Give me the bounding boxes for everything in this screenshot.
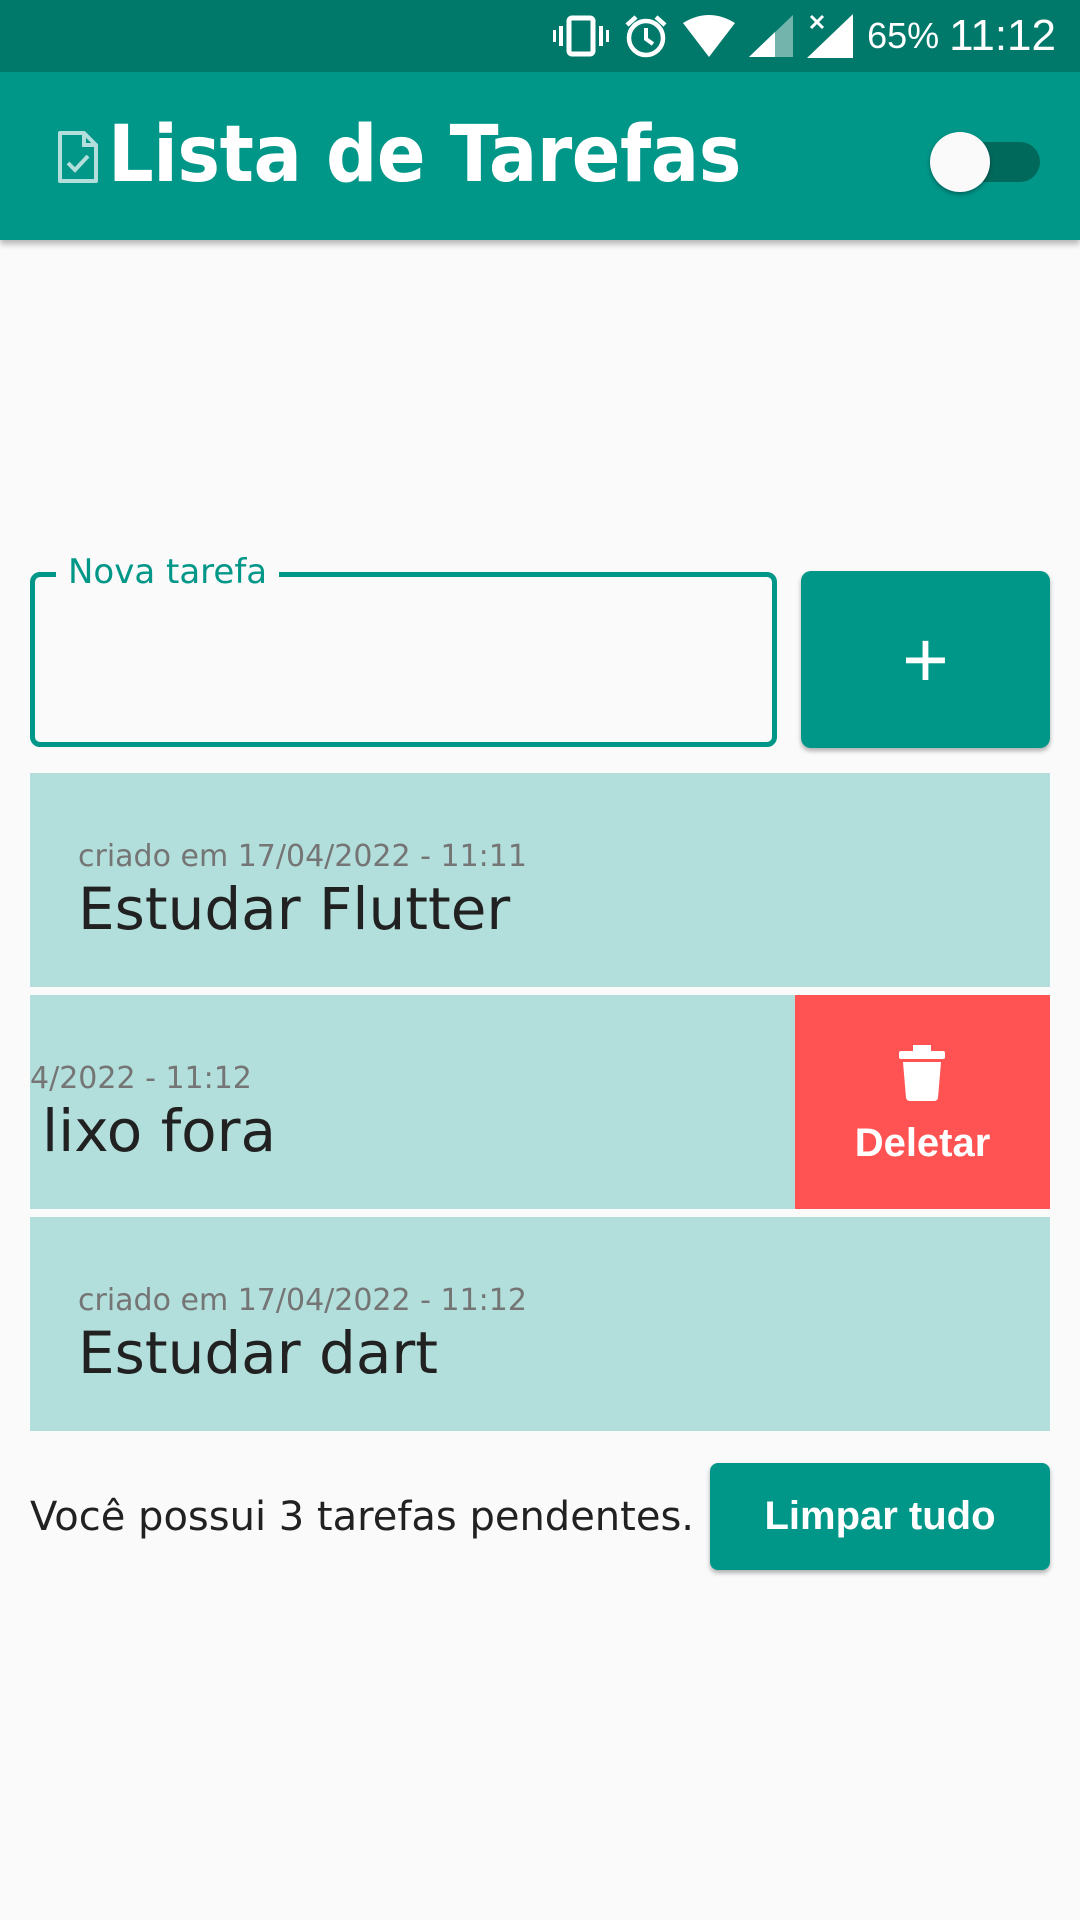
task-item[interactable]: criado em 17/04/2022 - 11:12 Estudar dar… [30,1217,1050,1431]
page-title: Lista de Tarefas [108,110,741,200]
trash-icon [899,1045,945,1101]
pending-tasks-text: Você possui 3 tarefas pendentes. [30,1494,695,1540]
status-bar: 65% 11:12 [0,0,1080,72]
wifi-icon [683,15,736,57]
new-task-input[interactable] [55,607,745,707]
task-title: Estudar Flutter [78,875,511,943]
app-bar: Lista de Tarefas [0,72,1080,240]
task-item-swiped[interactable]: 4/2022 - 11:12 lixo fora Deletar [30,995,1050,1209]
task-title: lixo fora [42,1097,276,1165]
delete-action-button[interactable]: Deletar [795,995,1050,1209]
task-date: 4/2022 - 11:12 [30,1061,252,1096]
add-task-button[interactable]: + [801,571,1050,748]
document-check-icon [58,131,98,183]
new-task-field[interactable] [30,572,777,747]
theme-toggle-switch[interactable] [930,128,1042,192]
task-title: Estudar dart [78,1319,438,1387]
status-icons: 65% 11:12 [539,0,1056,72]
task-item[interactable]: criado em 17/04/2022 - 11:11 Estudar Flu… [30,773,1050,987]
switch-thumb [930,132,990,192]
vibrate-icon [553,15,610,57]
new-task-label: Nova tarefa [56,552,280,592]
no-signal-icon [807,14,854,58]
task-date: criado em 17/04/2022 - 11:11 [78,839,527,874]
battery-percent: 65% [867,15,940,56]
signal-icon [749,15,794,57]
task-date: criado em 17/04/2022 - 11:12 [78,1283,527,1318]
plus-icon: + [902,614,949,704]
clock: 11:12 [949,11,1056,60]
alarm-icon [625,15,667,58]
delete-label: Deletar [854,1121,991,1165]
clear-all-button[interactable]: Limpar tudo [710,1463,1050,1570]
